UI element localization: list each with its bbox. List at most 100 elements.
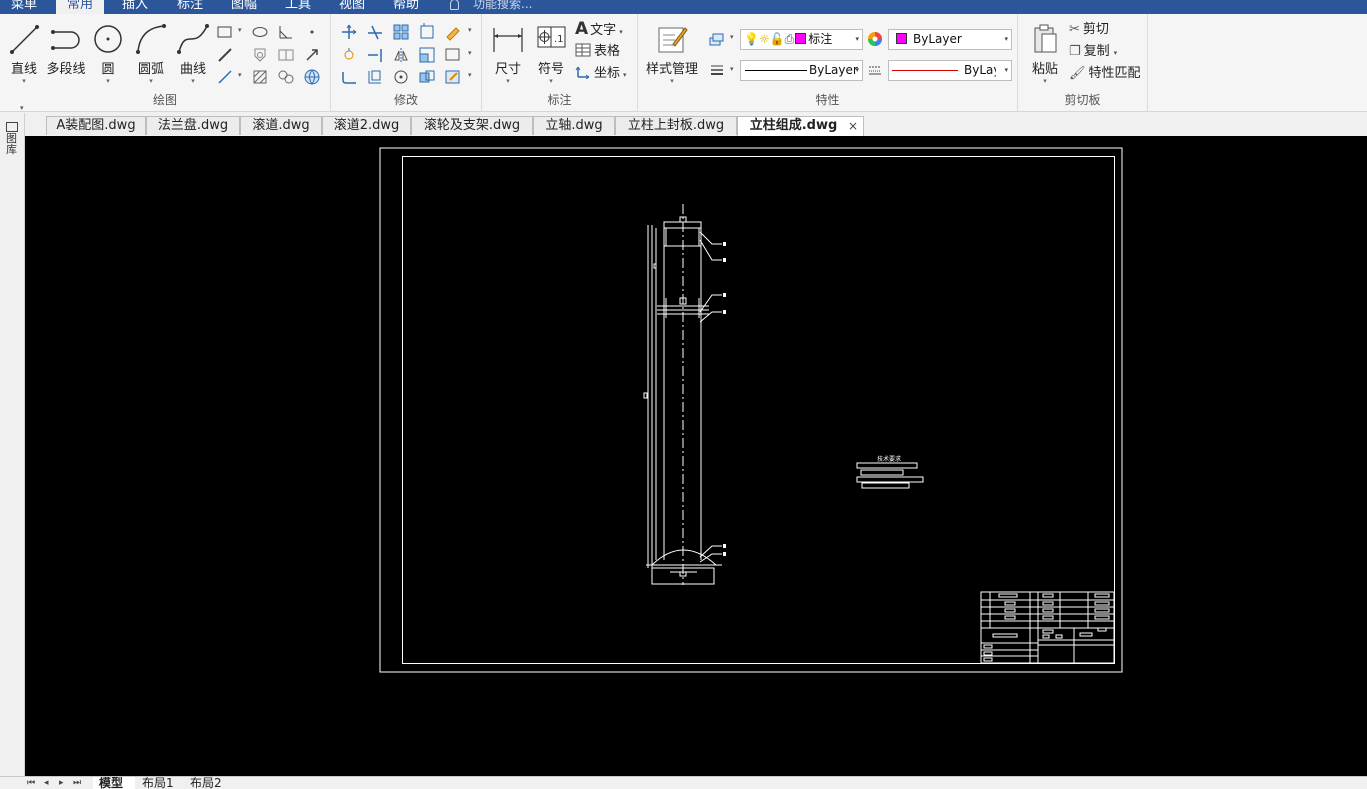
close-icon[interactable]: × <box>848 117 858 135</box>
explode-icon[interactable] <box>392 68 410 86</box>
mirror-icon[interactable] <box>392 46 410 64</box>
ribbon-group-clipboard: 粘贴 ▾ ✂ 剪切 ❐ 复制 ▾ 🖌 特性匹配 剪切板 <box>1018 14 1148 112</box>
color-wheel-icon[interactable] <box>866 30 884 48</box>
menu-item-common[interactable]: 常用 <box>56 0 105 14</box>
extend-icon[interactable] <box>366 46 384 64</box>
edit-icon[interactable] <box>444 68 462 86</box>
coordinate-button[interactable]: 坐标 ▾ <box>575 65 627 83</box>
chevron-down-icon: ▾ <box>670 77 674 85</box>
color-swatch <box>896 33 907 44</box>
curve-button[interactable]: 曲线 ▾ <box>173 22 213 85</box>
lineweight-icon[interactable] <box>708 61 726 79</box>
eraser-icon[interactable] <box>444 23 462 41</box>
cut-button[interactable]: ✂ 剪切 <box>1069 21 1109 39</box>
scale-icon[interactable] <box>418 46 436 64</box>
layout-tab-1[interactable]: 布局1 <box>136 777 184 789</box>
copy-button[interactable]: ❐ 复制 ▾ <box>1069 43 1117 61</box>
region-icon[interactable] <box>277 68 295 86</box>
dimension-button[interactable]: 尺寸 ▾ <box>488 22 528 85</box>
rotate-icon[interactable] <box>340 46 358 64</box>
trim-icon[interactable] <box>366 23 384 41</box>
table-button[interactable]: 表格 <box>575 43 620 61</box>
doc-tab[interactable]: 滚道.dwg <box>240 116 322 135</box>
rectangle-icon[interactable] <box>216 23 234 41</box>
chevron-down-icon: ▾ <box>468 26 472 34</box>
style-manager-button[interactable]: 样式管理 ▾ <box>644 22 700 85</box>
drawing-canvas[interactable]: 技术要求 <box>25 136 1367 776</box>
color-value: ByLayer <box>913 32 962 46</box>
ellipse-icon[interactable] <box>251 23 269 41</box>
coordinate-label: 坐标 <box>594 66 621 81</box>
symbol-button[interactable]: .1 符号 ▾ <box>531 22 571 85</box>
menu-item-tools[interactable]: 工具 <box>274 0 322 14</box>
cut-label: 剪切 <box>1082 22 1109 37</box>
linetype-dropdown[interactable]: ByLayer ▾ <box>740 60 863 81</box>
text-button[interactable]: A 文字 ▾ <box>575 20 623 38</box>
next-tab-icon[interactable]: ▸ <box>59 778 64 788</box>
library-side-panel[interactable]: 图库 <box>0 113 25 776</box>
arrow-icon[interactable] <box>303 46 321 64</box>
paste-button[interactable]: 粘贴 ▾ <box>1025 22 1065 85</box>
layout-tab-2[interactable]: 布局2 <box>184 777 234 789</box>
hatch-icon[interactable] <box>251 68 269 86</box>
properties-group-label: 特性 <box>815 93 840 107</box>
menu-item-annotate[interactable]: 标注 <box>166 0 214 14</box>
draw-group-label: 绘图 <box>152 93 177 107</box>
doc-tab-active[interactable]: 立柱组成.dwg × <box>737 116 864 136</box>
doc-tab[interactable]: A装配图.dwg <box>46 116 146 135</box>
first-tab-icon[interactable]: ⏮ <box>27 778 35 788</box>
point-icon[interactable] <box>303 23 321 41</box>
circle-icon <box>94 25 122 53</box>
paste-icon <box>1034 24 1057 53</box>
block-icon[interactable] <box>277 46 295 64</box>
move-icon[interactable] <box>340 23 358 41</box>
ribbon: 直线 ▾ 多段线 圆 ▾ 圆弧 ▾ 曲线 ▾ ▾ ▾ 绘图 ▾ ▾ ▾ 修改 尺… <box>0 14 1367 112</box>
polyline-icon <box>51 30 80 50</box>
menu-item-insert[interactable]: 插入 <box>111 0 159 14</box>
layout-tab-model[interactable]: 模型 <box>93 777 135 789</box>
join-icon[interactable] <box>418 68 436 86</box>
arc-button[interactable]: 圆弧 ▾ <box>131 22 171 85</box>
angle-icon[interactable] <box>277 23 295 41</box>
lineweight-dropdown[interactable]: ByLayer ▾ <box>888 60 1012 81</box>
layer-dropdown[interactable]: 💡☼🔓⎙ 标注 ▾ <box>740 29 863 50</box>
feature-search[interactable]: 功能搜索... <box>450 0 532 14</box>
menu-item-frame[interactable]: 图幅 <box>220 0 268 14</box>
polyline-button[interactable]: 多段线 <box>46 22 86 77</box>
line-button[interactable]: 直线 ▾ <box>4 22 44 85</box>
circle-button[interactable]: 圆 ▾ <box>88 22 128 85</box>
linescale-icon[interactable] <box>866 61 884 79</box>
last-tab-icon[interactable]: ⏭ <box>73 778 81 788</box>
doc-tab[interactable]: 立轴.dwg <box>533 116 615 135</box>
array-icon[interactable] <box>392 23 410 41</box>
offset-icon[interactable] <box>418 23 436 41</box>
doc-tab[interactable]: 法兰盘.dwg <box>146 116 240 135</box>
doc-tab[interactable]: 滚道2.dwg <box>322 116 411 135</box>
polygon-icon[interactable] <box>251 46 269 64</box>
menu-item-menu[interactable]: 菜单 <box>0 0 48 14</box>
construction-line-icon[interactable] <box>216 46 234 64</box>
color-dropdown[interactable]: ByLayer ▾ <box>888 29 1012 50</box>
spline-icon <box>177 24 209 54</box>
prev-tab-icon[interactable]: ◂ <box>44 778 49 788</box>
chevron-down-icon: ▾ <box>730 33 734 41</box>
chevron-down-icon: ▾ <box>468 71 472 79</box>
layer-manager-icon[interactable] <box>708 30 726 48</box>
cad-app-window: 菜单 常用 插入 标注 图幅 工具 视图 帮助 功能搜索... 直线 ▾ 多段线 <box>0 0 1367 789</box>
library-icon <box>6 122 18 132</box>
stretch-icon[interactable] <box>444 46 462 64</box>
polyline-label: 多段线 <box>46 62 86 77</box>
doc-tab[interactable]: 立柱上封板.dwg <box>615 116 737 135</box>
globe-icon[interactable] <box>303 68 321 86</box>
doc-tab[interactable]: 滚轮及支架.dwg <box>411 116 533 135</box>
fillet-icon[interactable] <box>340 68 358 86</box>
chevron-down-icon[interactable]: ▾ <box>20 104 24 112</box>
menu-item-help[interactable]: 帮助 <box>382 0 430 14</box>
coordinate-icon <box>575 66 590 80</box>
chamfer-icon[interactable] <box>366 68 384 86</box>
technical-notes-block <box>856 462 924 489</box>
ray-icon[interactable] <box>216 68 234 86</box>
menu-item-view[interactable]: 视图 <box>328 0 376 14</box>
match-properties-button[interactable]: 🖌 特性匹配 <box>1069 65 1141 83</box>
chevron-down-icon: ▾ <box>238 71 242 79</box>
